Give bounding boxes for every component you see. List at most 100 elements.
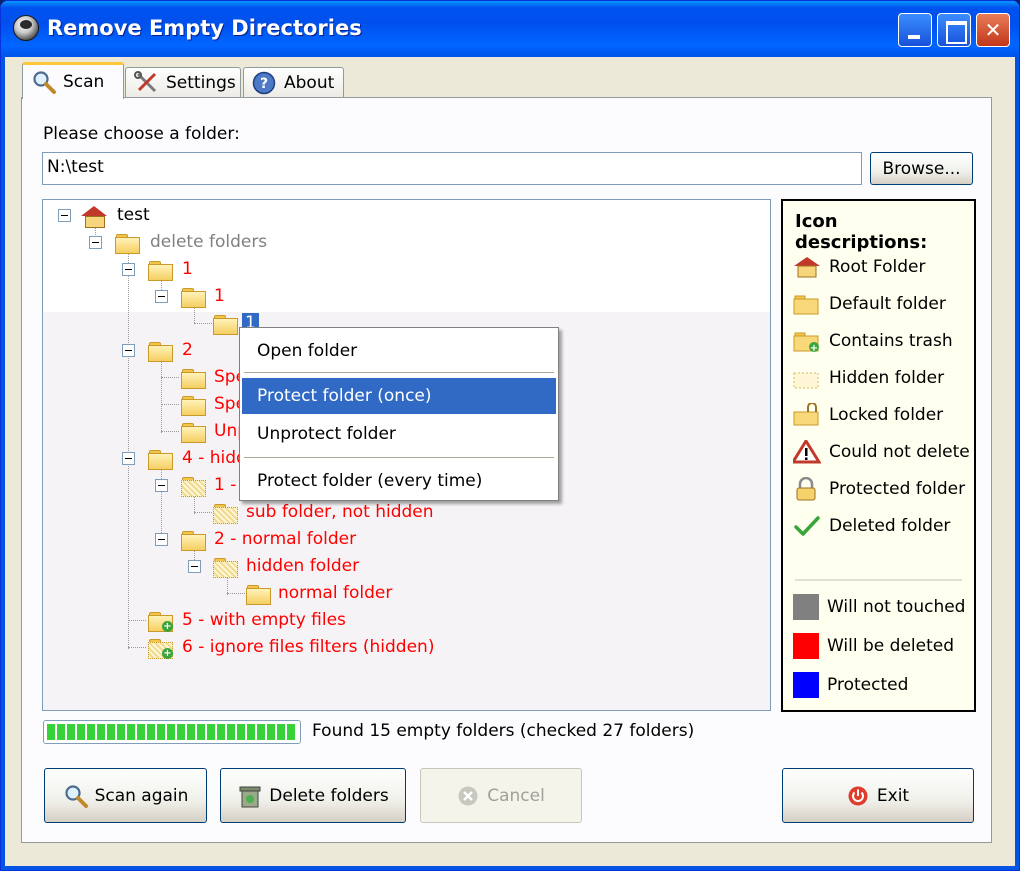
app-icon bbox=[13, 15, 39, 41]
legend-item: Root Folder bbox=[793, 253, 925, 281]
legend-item: Could not delete bbox=[790, 438, 970, 466]
folder-icon bbox=[181, 369, 206, 389]
tree-node[interactable]: 2 - normal folder bbox=[214, 527, 356, 551]
close-button[interactable]: ✕ bbox=[976, 13, 1010, 47]
tab-about[interactable]: ? About bbox=[243, 67, 344, 97]
tools-icon bbox=[134, 70, 160, 95]
menu-item-protect-every-time[interactable]: Protect folder (every time) bbox=[242, 463, 556, 499]
folder-icon bbox=[181, 423, 206, 443]
tree-expander[interactable] bbox=[155, 479, 168, 492]
maximize-button[interactable] bbox=[937, 13, 971, 47]
tree-expander[interactable] bbox=[122, 452, 135, 465]
legend-item: Protected folder bbox=[793, 475, 965, 503]
menu-separator bbox=[244, 372, 554, 373]
title-bar[interactable]: Remove Empty Directories ✕ bbox=[1, 1, 1019, 57]
scan-progress-bar bbox=[43, 720, 301, 744]
window-frame-left bbox=[1, 57, 5, 870]
cancel-button[interactable]: Cancel bbox=[420, 768, 582, 823]
cancel-icon bbox=[457, 785, 479, 807]
trash-folder-icon: + bbox=[793, 329, 821, 354]
tree-expander[interactable] bbox=[89, 236, 102, 249]
tree-expander[interactable] bbox=[122, 263, 135, 276]
tree-node-root[interactable]: test bbox=[117, 203, 150, 227]
legend-item: Default folder bbox=[793, 290, 946, 318]
magnifier-icon bbox=[63, 784, 89, 808]
power-icon bbox=[847, 785, 869, 807]
folder-icon bbox=[246, 585, 271, 605]
delete-folders-button[interactable]: Delete folders bbox=[220, 768, 406, 823]
folder-path-input[interactable]: N:\test bbox=[42, 152, 862, 185]
tree-node[interactable]: 6 - ignore files filters (hidden) bbox=[182, 635, 434, 659]
tab-settings-label: Settings bbox=[166, 72, 236, 93]
folder-icon bbox=[181, 531, 206, 551]
menu-item-unprotect[interactable]: Unprotect folder bbox=[242, 416, 556, 452]
icon-legend: Icon descriptions: Root Folder Default f… bbox=[781, 199, 976, 712]
folder-prompt-label: Please choose a folder: bbox=[43, 124, 240, 144]
trash-folder-icon: + bbox=[148, 612, 173, 632]
legend-color-item: Protected bbox=[793, 671, 908, 699]
tree-node[interactable]: 1 bbox=[182, 257, 193, 281]
red-swatch bbox=[793, 633, 819, 659]
legend-title: Icon descriptions: bbox=[795, 211, 928, 253]
legend-item: Locked folder bbox=[793, 401, 943, 429]
trash-can-icon bbox=[237, 784, 263, 808]
progress-fill bbox=[47, 724, 297, 740]
tab-about-label: About bbox=[284, 72, 335, 93]
hidden-folder-icon bbox=[213, 504, 238, 524]
minimize-button[interactable] bbox=[898, 13, 932, 47]
default-folder-icon bbox=[793, 292, 821, 316]
gray-swatch bbox=[793, 594, 819, 620]
trash-folder-icon: + bbox=[148, 639, 173, 659]
folder-icon bbox=[115, 234, 140, 254]
legend-color-item: Will be deleted bbox=[793, 632, 954, 660]
legend-item: Deleted folder bbox=[793, 512, 950, 540]
tree-node[interactable]: normal folder bbox=[278, 581, 392, 605]
exit-button[interactable]: Exit bbox=[782, 768, 974, 823]
folder-icon bbox=[148, 342, 173, 362]
tree-expander[interactable] bbox=[155, 290, 168, 303]
tree-node[interactable]: 1 bbox=[214, 284, 225, 308]
tree-expander[interactable] bbox=[155, 533, 168, 546]
context-menu: Open folder Protect folder (once) Unprot… bbox=[239, 327, 559, 501]
window-frame-bottom bbox=[1, 866, 1019, 870]
folder-icon bbox=[181, 288, 206, 308]
lock-icon bbox=[793, 476, 821, 501]
tab-settings[interactable]: Settings bbox=[125, 67, 241, 97]
scan-again-button[interactable]: Scan again bbox=[44, 768, 207, 823]
tree-expander[interactable] bbox=[188, 560, 201, 573]
locked-folder-icon bbox=[793, 402, 821, 427]
hidden-folder-icon bbox=[181, 477, 206, 497]
tree-node[interactable]: sub folder, not hidden bbox=[246, 500, 434, 524]
tree-expander[interactable] bbox=[58, 209, 71, 222]
svg-text:?: ? bbox=[260, 76, 268, 92]
window-frame-right bbox=[1015, 57, 1019, 870]
folder-icon bbox=[148, 261, 173, 281]
tree-node[interactable]: delete folders bbox=[150, 230, 267, 254]
tab-scan[interactable]: Scan bbox=[22, 62, 124, 99]
menu-item-open-folder[interactable]: Open folder bbox=[242, 333, 556, 369]
tree-node[interactable]: 5 - with empty files bbox=[182, 608, 346, 632]
browse-button[interactable]: Browse... bbox=[870, 152, 973, 185]
legend-item: + Contains trash bbox=[793, 327, 953, 355]
blue-swatch bbox=[793, 672, 819, 698]
tree-node[interactable]: hidden folder bbox=[246, 554, 359, 578]
tree-node[interactable]: 1 - bbox=[214, 473, 236, 497]
tab-scan-label: Scan bbox=[63, 72, 105, 92]
status-text: Found 15 empty folders (checked 27 folde… bbox=[312, 721, 695, 741]
window-title: Remove Empty Directories bbox=[47, 16, 362, 40]
menu-item-protect-once[interactable]: Protect folder (once) bbox=[242, 378, 556, 414]
magnifier-icon bbox=[31, 70, 57, 94]
root-folder-icon bbox=[81, 206, 107, 228]
app-window: Remove Empty Directories ✕ Scan Settings… bbox=[0, 0, 1020, 871]
hidden-folder-icon bbox=[793, 366, 821, 390]
folder-icon bbox=[213, 315, 238, 335]
help-icon: ? bbox=[252, 71, 278, 95]
root-folder-icon bbox=[793, 255, 821, 279]
checkmark-icon bbox=[793, 514, 821, 538]
legend-color-item: Will not touched bbox=[793, 593, 965, 621]
tree-node[interactable]: 2 bbox=[182, 338, 193, 362]
tree-expander[interactable] bbox=[122, 344, 135, 357]
menu-separator bbox=[244, 457, 554, 458]
folder-icon bbox=[148, 450, 173, 470]
hidden-folder-icon bbox=[213, 558, 238, 578]
